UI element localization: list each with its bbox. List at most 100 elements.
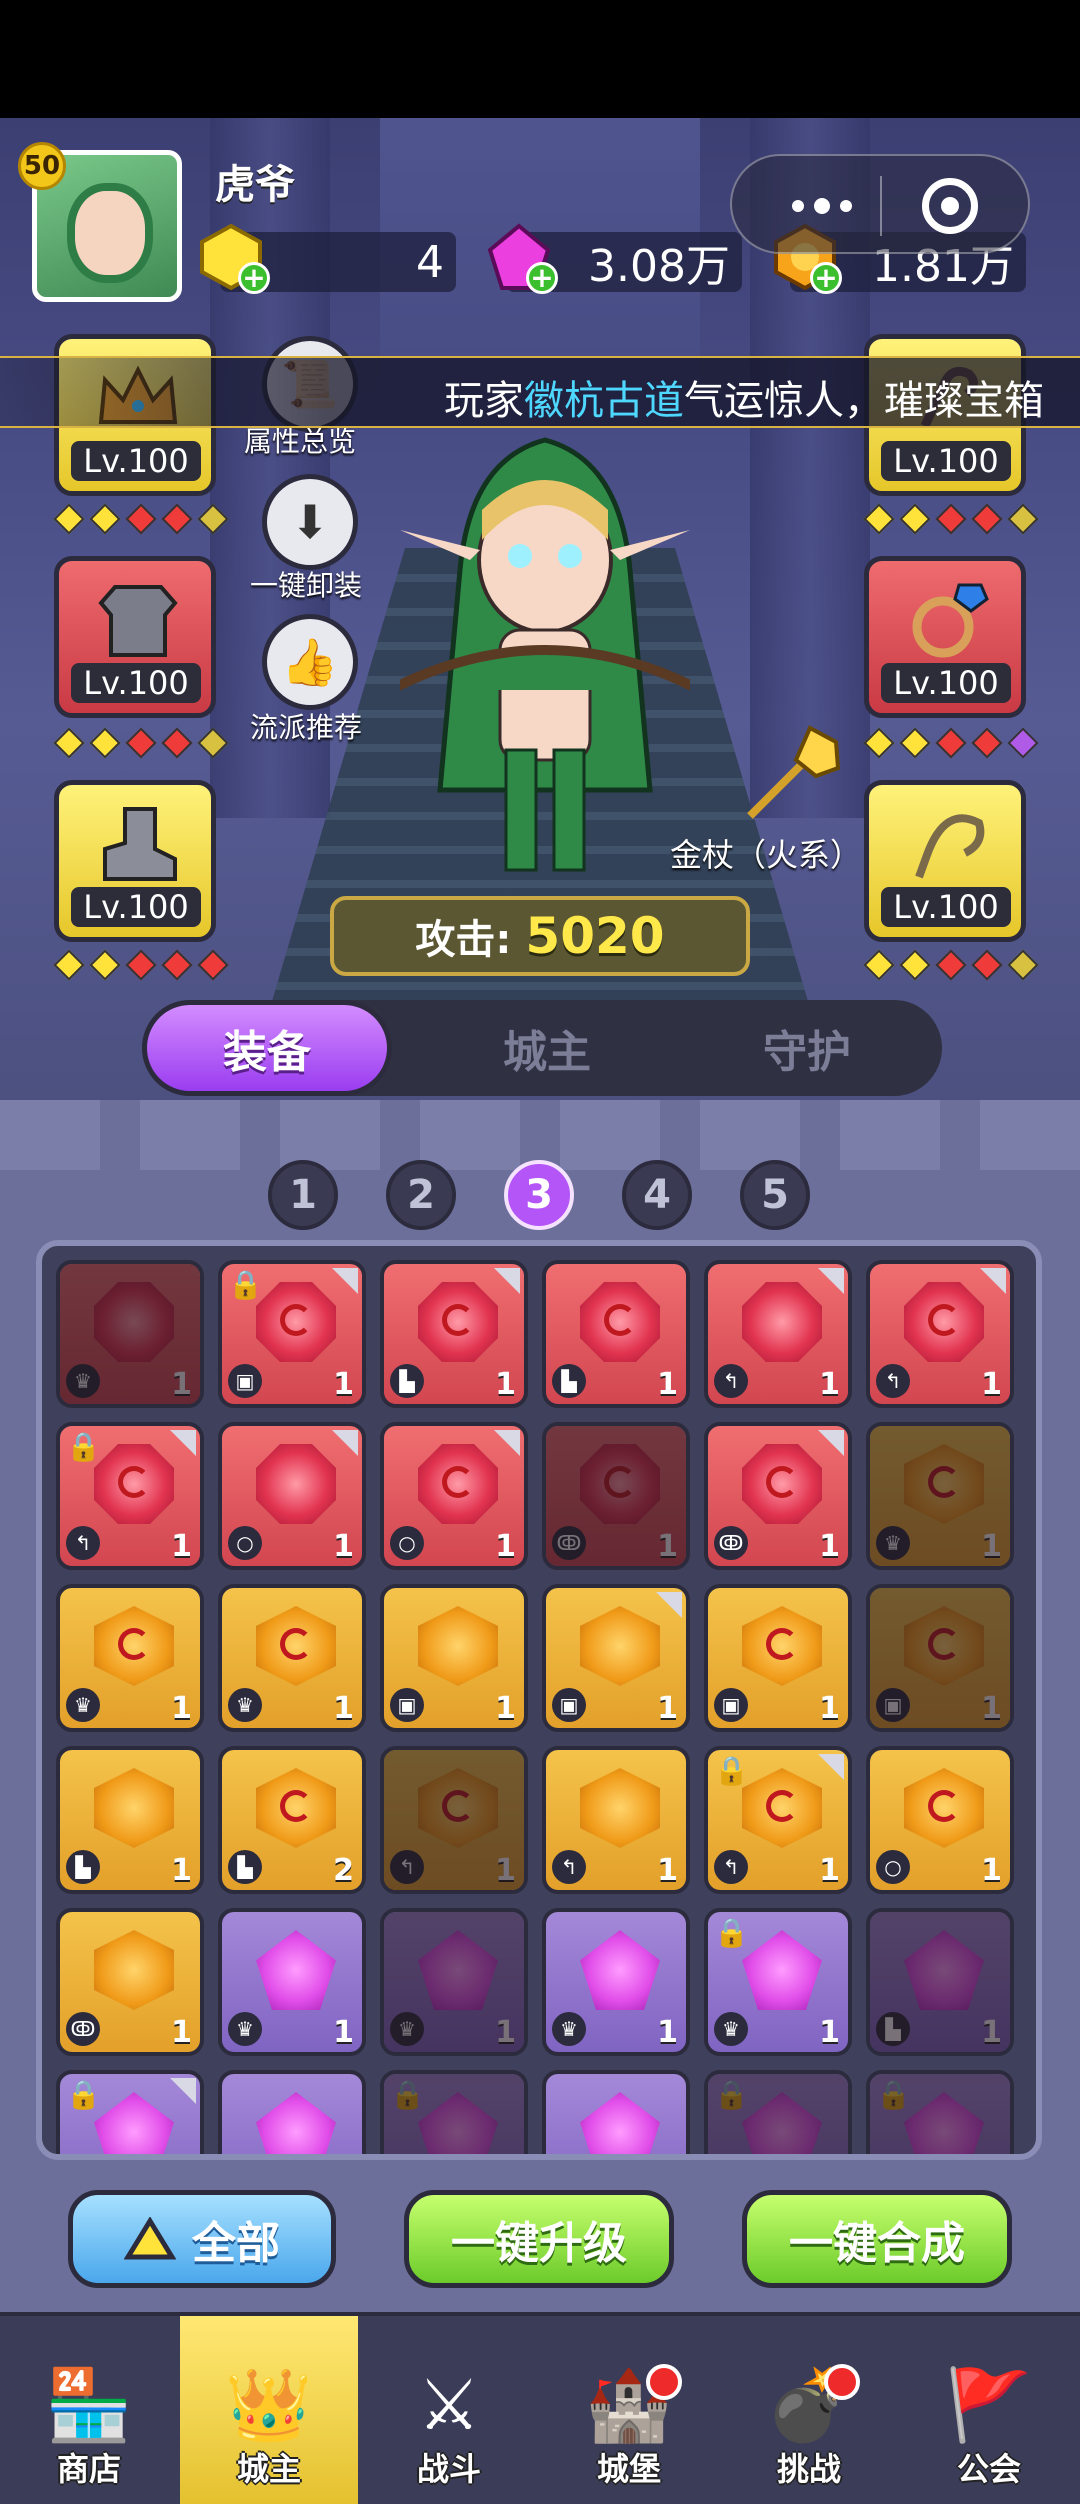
thumbs-up-icon: 👍 (281, 634, 339, 689)
nav-guild[interactable]: 🚩 公会 (900, 2316, 1078, 2504)
gem-item[interactable]: 🔒 ▣ 1 (218, 1260, 366, 1408)
gem-item[interactable] (218, 2070, 366, 2154)
filter-all-label: 全部 (192, 2218, 280, 2269)
upgrade-all-label: 一键升级 (451, 2218, 627, 2269)
attack-label: 攻击: (415, 917, 512, 963)
category-tabs: 装备 城主 守护 (142, 1000, 942, 1096)
unequip-all-label: 一键卸装 (250, 569, 363, 602)
gem-item[interactable]: ▙ 1 (542, 1260, 690, 1408)
upgrade-all-button[interactable]: 一键升级 (404, 2190, 674, 2288)
gem-item[interactable]: ○ 1 (866, 1746, 1014, 1894)
gem-item[interactable]: ♛ 1 (56, 1584, 204, 1732)
golden-staff-icon (740, 716, 850, 826)
gem-item[interactable]: ♛ 1 (866, 1422, 1014, 1570)
gem-item[interactable]: ♛ 1 (218, 1584, 366, 1732)
gem-item[interactable]: 🔒 (380, 2070, 528, 2154)
equip-slot-whip[interactable]: Lv.100 (864, 780, 1026, 942)
download-icon: ⬇ (290, 495, 330, 549)
close-miniprogram-button[interactable] (922, 178, 978, 234)
gem-item[interactable]: ▣ 1 (542, 1584, 690, 1732)
tab-guard[interactable]: 守护 (682, 1000, 932, 1096)
gem-item[interactable]: ↰ 1 (866, 1260, 1014, 1408)
pink-gem-value: 3.08万 (588, 241, 730, 292)
equip-slot-boot[interactable]: Lv.100 (54, 780, 216, 942)
page-1-button[interactable]: 1 (268, 1160, 338, 1230)
page-4-button[interactable]: 4 (622, 1160, 692, 1230)
challenge-notification-dot (824, 2364, 860, 2400)
crown-icon: ♛ (552, 2012, 586, 2046)
tab-equipment[interactable]: 装备 (142, 1000, 392, 1096)
gem-item[interactable]: ♛ 1 (542, 1908, 690, 2056)
nav-challenge[interactable]: 💣 挑战 (720, 2316, 898, 2504)
gem-item[interactable]: 🔒 ↰ 1 (56, 1422, 204, 1570)
more-menu-button[interactable] (772, 182, 872, 230)
filter-all-button[interactable]: 全部 (68, 2190, 336, 2288)
nav-shop[interactable]: 🏪 商店 (0, 2316, 178, 2504)
gem-item[interactable]: ▣ 1 (704, 1584, 852, 1732)
gem-item[interactable]: 🔒 (866, 2070, 1014, 2154)
player-name: 虎爷 (215, 162, 295, 208)
boot-icon (95, 805, 181, 881)
weapon-label: 金杖（火系） (670, 836, 863, 874)
ticker-player-name: 徽杭古道 (524, 378, 684, 424)
gem-item[interactable]: ▣ 1 (866, 1584, 1014, 1732)
shop-icon: 🏪 (45, 2364, 133, 2446)
unequip-all-button[interactable]: ⬇ (262, 474, 358, 570)
nav-battle[interactable]: ⚔ 战斗 (360, 2316, 538, 2504)
lock-icon: 🔒 (714, 1754, 749, 1787)
gem-item[interactable]: ↰ 1 (380, 1746, 528, 1894)
nav-lord[interactable]: 👑 城主 (180, 2316, 358, 2504)
slot-level: Lv.100 (881, 887, 1011, 927)
gem-item[interactable]: 🔒 (56, 2070, 204, 2154)
gem-item[interactable]: ▙ 2 (218, 1746, 366, 1894)
announcement-text: 玩家徽杭古道气运惊人，璀璨宝箱 (444, 368, 1044, 426)
add-yellow-gem-button[interactable]: + (238, 262, 270, 294)
page-5-button[interactable]: 5 (740, 1160, 810, 1230)
crown-icon: ♛ (228, 2012, 262, 2046)
lock-icon: 🔒 (876, 2078, 911, 2111)
player-level-badge: 50 (18, 142, 66, 190)
gem-item[interactable]: 🔒 ↰ 1 (704, 1746, 852, 1894)
tab-lord[interactable]: 城主 (422, 1000, 672, 1096)
slot-level: Lv.100 (881, 441, 1011, 481)
equip-slot-armor[interactable]: Lv.100 (54, 556, 216, 718)
page-2-button[interactable]: 2 (386, 1160, 456, 1230)
nav-challenge-label: 挑战 (776, 2450, 841, 2488)
nav-lord-label: 城主 (236, 2450, 301, 2488)
gem-item[interactable]: 🔒 (704, 2070, 852, 2154)
ticker-suffix: 气运惊人，璀璨宝箱 (684, 378, 1044, 424)
gem-item[interactable]: ↰ 1 (704, 1260, 852, 1408)
merge-all-button[interactable]: 一键合成 (742, 2190, 1012, 2288)
gem-item[interactable] (542, 2070, 690, 2154)
armor-icon: ▣ (390, 1688, 424, 1722)
page-3-button[interactable]: 3 (504, 1160, 574, 1230)
gem-item[interactable]: ♛ 1 (380, 1908, 528, 2056)
crown-icon: ♛ (714, 2012, 748, 2046)
gem-item[interactable]: 🔒 ♛ 1 (704, 1908, 852, 2056)
gem-item[interactable]: ▙ 1 (866, 1908, 1014, 2056)
gem-item[interactable]: ♛ 1 (218, 1908, 366, 2056)
status-bar (0, 0, 1080, 118)
yellow-gem-value: 4 (416, 236, 444, 288)
add-coin-button[interactable]: + (810, 262, 842, 294)
gem-item[interactable]: ↰ 1 (542, 1746, 690, 1894)
add-pink-gem-button[interactable]: + (526, 262, 558, 294)
armor-icon: ▣ (876, 1688, 910, 1722)
capsule-divider (880, 176, 882, 236)
armor-icon (95, 581, 181, 657)
gem-item[interactable]: ▙ 1 (56, 1746, 204, 1894)
gem-item[interactable]: ↂ1 (704, 1422, 852, 1570)
gem-item[interactable]: ○ 1 (218, 1422, 366, 1570)
gem-item[interactable]: ↂ1 (542, 1422, 690, 1570)
nav-castle[interactable]: 🏰 城堡 (540, 2316, 718, 2504)
star-rank (53, 503, 229, 535)
gem-item[interactable]: ▣ 1 (380, 1584, 528, 1732)
gem-item[interactable]: ↂ1 (56, 1908, 204, 2056)
build-recommend-button[interactable]: 👍 (262, 614, 358, 710)
gem-item[interactable]: ○ 1 (380, 1422, 528, 1570)
lock-icon: 🔒 (66, 2078, 101, 2111)
gem-item[interactable]: ▙ 1 (380, 1260, 528, 1408)
whip-icon: ↂ (714, 1526, 748, 1560)
gem-item[interactable]: ♛ 1 (56, 1260, 204, 1408)
equip-slot-ring[interactable]: Lv.100 (864, 556, 1026, 718)
